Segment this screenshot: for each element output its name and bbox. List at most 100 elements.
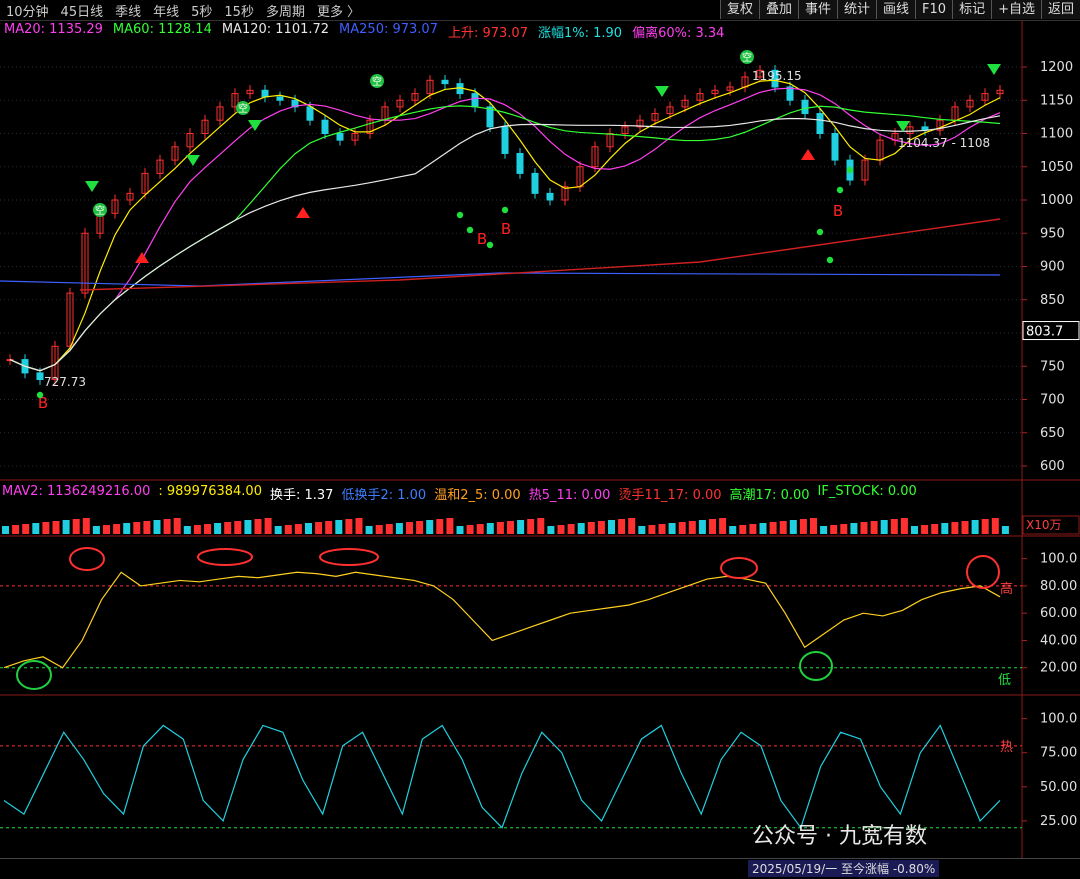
signal-dot	[826, 256, 834, 264]
volume-bar	[577, 523, 585, 534]
candle-body	[546, 192, 554, 201]
volume-bar	[931, 524, 939, 534]
price-tick-label: 600	[1040, 459, 1065, 474]
volume-bar	[62, 520, 70, 534]
volume-bar	[133, 522, 141, 534]
osc2-tick-label: 50.00	[1040, 780, 1077, 795]
volume-bar	[658, 524, 666, 534]
volume-bar	[2, 526, 9, 534]
volume-bar	[123, 523, 131, 534]
volume-bar	[587, 522, 595, 534]
chart-canvas[interactable]: 1200115011001050100095090085080075070065…	[0, 0, 1080, 878]
volume-bar	[183, 526, 191, 534]
volume-bar	[72, 519, 80, 534]
osc2-tick-label: 75.00	[1040, 746, 1077, 761]
highlight-ellipse	[319, 548, 379, 566]
volume-bar	[416, 521, 424, 534]
volume-bar	[446, 518, 454, 534]
volume-bar	[466, 525, 474, 534]
signal-dot	[456, 211, 464, 219]
volume-bar	[810, 518, 817, 534]
volume-bar	[22, 524, 30, 534]
volume-bar	[315, 522, 323, 534]
candle-body	[441, 79, 449, 85]
price-tick-label: 1100	[1040, 127, 1073, 142]
volume-bar	[385, 524, 393, 534]
price-tick-label: 750	[1040, 359, 1065, 374]
volume-bar	[204, 524, 211, 534]
volume-bar	[284, 525, 292, 534]
osc2-tick-label: 25.00	[1040, 814, 1077, 829]
candle-body	[306, 106, 314, 121]
volume-bar	[729, 526, 737, 534]
highlight-ellipse	[197, 548, 253, 566]
highlight-ellipse	[966, 555, 1000, 589]
osc1-tick-label: 40.00	[1040, 633, 1077, 648]
volume-bar	[1001, 526, 1009, 534]
volume-bar	[527, 519, 535, 534]
buy-marker: B	[501, 220, 511, 238]
volume-bar	[840, 524, 848, 534]
highlight-ellipse	[69, 547, 105, 571]
price-tick-label: 700	[1040, 393, 1065, 408]
volume-bar	[193, 525, 201, 534]
signal-dot	[846, 166, 854, 174]
volume-bar	[456, 526, 464, 534]
volume-bar	[325, 521, 333, 534]
volume-bar	[698, 520, 706, 534]
volume-bar	[52, 521, 60, 534]
up-triangle	[296, 207, 310, 218]
volume-bar	[608, 520, 615, 534]
volume-bar	[163, 519, 171, 534]
volume-bar	[951, 522, 959, 534]
volume-bar	[103, 525, 110, 534]
volume-bar	[941, 523, 949, 534]
current-price-label: 803.7	[1026, 325, 1063, 340]
volume-bar	[436, 519, 444, 534]
low-label: 727.73	[44, 375, 86, 389]
osc1-low-label: 低	[998, 673, 1011, 688]
volume-bar	[537, 518, 545, 534]
volume-bar	[890, 519, 898, 534]
price-tick-label: 1150	[1040, 93, 1073, 108]
sell-marker: 空	[372, 75, 382, 88]
volume-bar	[900, 518, 908, 534]
volume-bar	[143, 521, 151, 534]
osc2-tick-label: 100.0	[1040, 712, 1077, 727]
candle-body	[321, 119, 329, 134]
sell-marker: 空	[95, 204, 105, 217]
volume-bar	[688, 521, 696, 534]
price-tick-label: 1200	[1040, 60, 1073, 75]
osc1-tick-label: 60.00	[1040, 606, 1077, 621]
signal-dot	[836, 186, 844, 194]
down-triangle	[186, 155, 200, 166]
candle-body	[816, 113, 824, 135]
volume-bar	[648, 525, 656, 534]
down-triangle	[85, 181, 99, 192]
volume-bar	[638, 526, 646, 534]
volume-bar	[789, 520, 797, 534]
volume-bar	[234, 521, 242, 534]
buy-marker: B	[833, 202, 843, 220]
volume-bar	[567, 524, 575, 534]
up-triangle	[801, 149, 815, 160]
up-triangle	[135, 252, 149, 263]
volume-bar	[476, 524, 484, 534]
signal-dot	[36, 391, 44, 399]
volume-bar	[739, 525, 747, 534]
volume-bar	[961, 521, 969, 534]
candle-body	[801, 99, 809, 115]
volume-bar	[820, 526, 828, 534]
ma250-line	[0, 272, 1001, 287]
candle-body	[831, 133, 839, 161]
volume-bar	[214, 523, 222, 534]
highlight-ellipse	[720, 557, 758, 579]
volume-bar	[173, 518, 181, 534]
volume-bar	[244, 520, 252, 534]
sell-marker: 空	[742, 51, 752, 64]
price-tick-label: 1050	[1040, 160, 1073, 175]
volume-bar	[345, 519, 353, 534]
buy-marker: B	[477, 230, 487, 248]
candle-body	[531, 172, 539, 194]
down-triangle	[248, 120, 262, 131]
